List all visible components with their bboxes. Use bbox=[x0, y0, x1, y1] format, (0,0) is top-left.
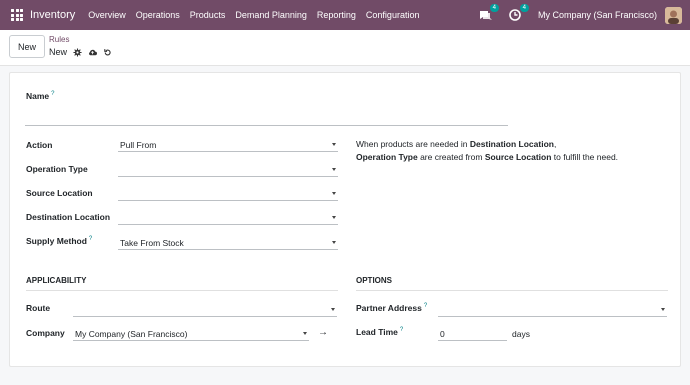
new-button[interactable]: New bbox=[9, 35, 45, 58]
chevron-down-icon bbox=[303, 332, 307, 335]
messages-count-badge: 4 bbox=[489, 4, 499, 12]
lead-time-unit: days bbox=[512, 329, 530, 339]
menu-demand-planning[interactable]: Demand Planning bbox=[235, 10, 307, 20]
user-avatar[interactable] bbox=[665, 6, 682, 24]
options-section-title: OPTIONS bbox=[356, 276, 668, 291]
supply-method-label: Supply Method? bbox=[26, 236, 93, 246]
gear-icon[interactable] bbox=[73, 47, 82, 57]
activities-button[interactable]: 4 bbox=[508, 4, 529, 22]
control-panel: New Rules New bbox=[0, 30, 690, 66]
applicability-section-title: APPLICABILITY bbox=[26, 276, 338, 291]
chevron-down-icon bbox=[332, 143, 336, 146]
chevron-down-icon bbox=[332, 216, 336, 219]
partner-address-select[interactable] bbox=[438, 304, 667, 317]
name-help-icon[interactable]: ? bbox=[51, 91, 54, 97]
menu-configuration[interactable]: Configuration bbox=[366, 10, 420, 20]
messages-button[interactable]: 4 bbox=[478, 4, 499, 22]
action-label: Action bbox=[26, 140, 53, 150]
name-label: Name? bbox=[26, 91, 55, 101]
chevron-down-icon bbox=[332, 192, 336, 195]
breadcrumb-current: New bbox=[49, 47, 112, 57]
route-label: Route bbox=[26, 303, 51, 313]
destination-location-select[interactable] bbox=[118, 212, 338, 225]
company-label: Company bbox=[26, 328, 65, 338]
partner-address-label: Partner Address? bbox=[356, 303, 428, 313]
activities-count-badge: 4 bbox=[519, 4, 529, 12]
app-title[interactable]: Inventory bbox=[30, 9, 75, 21]
menu-reporting[interactable]: Reporting bbox=[317, 10, 356, 20]
lead-time-label: Lead Time? bbox=[356, 327, 404, 337]
operation-type-select[interactable] bbox=[118, 164, 338, 177]
partner-address-help-icon[interactable]: ? bbox=[424, 303, 427, 309]
action-value: Pull From bbox=[120, 140, 157, 150]
operation-type-label: Operation Type bbox=[26, 164, 88, 174]
breadcrumb-rules[interactable]: Rules bbox=[49, 35, 69, 44]
lead-time-input[interactable]: 0 bbox=[438, 328, 507, 341]
supply-method-select[interactable]: Take From Stock bbox=[118, 237, 338, 250]
lead-time-help-icon[interactable]: ? bbox=[400, 327, 403, 333]
menu-operations[interactable]: Operations bbox=[136, 10, 180, 20]
chevron-down-icon bbox=[661, 308, 665, 311]
menu-products[interactable]: Products bbox=[190, 10, 226, 20]
cloud-upload-icon[interactable] bbox=[88, 48, 98, 57]
form-sheet: Name? Action Pull From Operation Type So… bbox=[9, 72, 681, 367]
destination-location-label: Destination Location bbox=[26, 212, 111, 222]
company-switcher[interactable]: My Company (San Francisco) bbox=[538, 10, 657, 20]
chevron-down-icon bbox=[331, 308, 335, 311]
menu-overview[interactable]: Overview bbox=[88, 10, 126, 20]
breadcrumb-current-label: New bbox=[49, 47, 68, 57]
source-location-label: Source Location bbox=[26, 188, 93, 198]
name-input[interactable] bbox=[25, 113, 508, 126]
top-navbar: Inventory Overview Operations Products D… bbox=[0, 0, 690, 30]
rule-description: When products are needed in Destination … bbox=[356, 139, 619, 162]
supply-method-help-icon[interactable]: ? bbox=[89, 236, 92, 242]
chevron-down-icon bbox=[332, 241, 336, 244]
apps-menu-icon[interactable] bbox=[11, 9, 23, 21]
company-select[interactable]: My Company (San Francisco) bbox=[73, 328, 309, 341]
discard-icon[interactable] bbox=[103, 48, 112, 57]
action-select[interactable]: Pull From bbox=[118, 139, 338, 152]
route-select[interactable] bbox=[73, 304, 337, 317]
internal-link-arrow-icon[interactable]: → bbox=[318, 327, 328, 338]
source-location-select[interactable] bbox=[118, 188, 338, 201]
chevron-down-icon bbox=[332, 168, 336, 171]
